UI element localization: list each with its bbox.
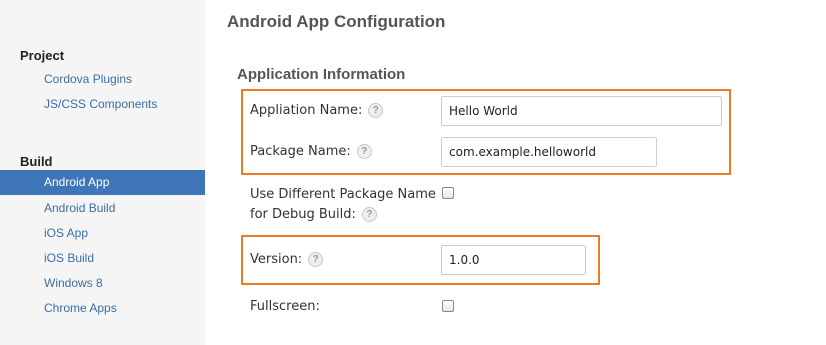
version-label: Version:? — [250, 252, 324, 267]
sidebar-item-js-css-components[interactable]: JS/CSS Components — [44, 97, 157, 111]
debug-package-label: Use Different Package Name for Debug Bui… — [250, 187, 436, 222]
fullscreen-label: Fullscreen: — [250, 299, 320, 314]
sidebar-item-android-app[interactable]: Android App — [0, 170, 205, 195]
package-name-input[interactable] — [441, 137, 657, 167]
fullscreen-checkbox[interactable] — [442, 300, 454, 312]
sidebar-section-project: Project — [20, 48, 65, 63]
help-icon[interactable]: ? — [361, 207, 377, 222]
version-input[interactable] — [441, 245, 586, 275]
sidebar-item-chrome-apps[interactable]: Chrome Apps — [44, 301, 117, 315]
page-title: Android App Configuration — [227, 12, 446, 31]
help-icon[interactable]: ? — [356, 144, 372, 159]
sidebar-item-cordova-plugins[interactable]: Cordova Plugins — [44, 72, 132, 86]
sidebar: Project Cordova Plugins JS/CSS Component… — [0, 0, 205, 345]
help-icon[interactable]: ? — [308, 252, 324, 267]
sidebar-item-android-build[interactable]: Android Build — [44, 201, 115, 215]
sidebar-item-label: Android App — [44, 175, 110, 189]
debug-package-checkbox[interactable] — [442, 187, 454, 199]
help-icon[interactable]: ? — [368, 103, 384, 118]
app-name-label: Appliation Name:? — [250, 103, 384, 118]
package-name-label: Package Name:? — [250, 144, 372, 159]
section-title: Application Information — [237, 66, 406, 83]
sidebar-item-ios-build[interactable]: iOS Build — [44, 251, 94, 265]
sidebar-section-build: Build — [20, 154, 53, 169]
app-name-input[interactable] — [441, 96, 722, 126]
sidebar-item-windows-8[interactable]: Windows 8 — [44, 276, 103, 290]
sidebar-item-ios-app[interactable]: iOS App — [44, 226, 88, 240]
